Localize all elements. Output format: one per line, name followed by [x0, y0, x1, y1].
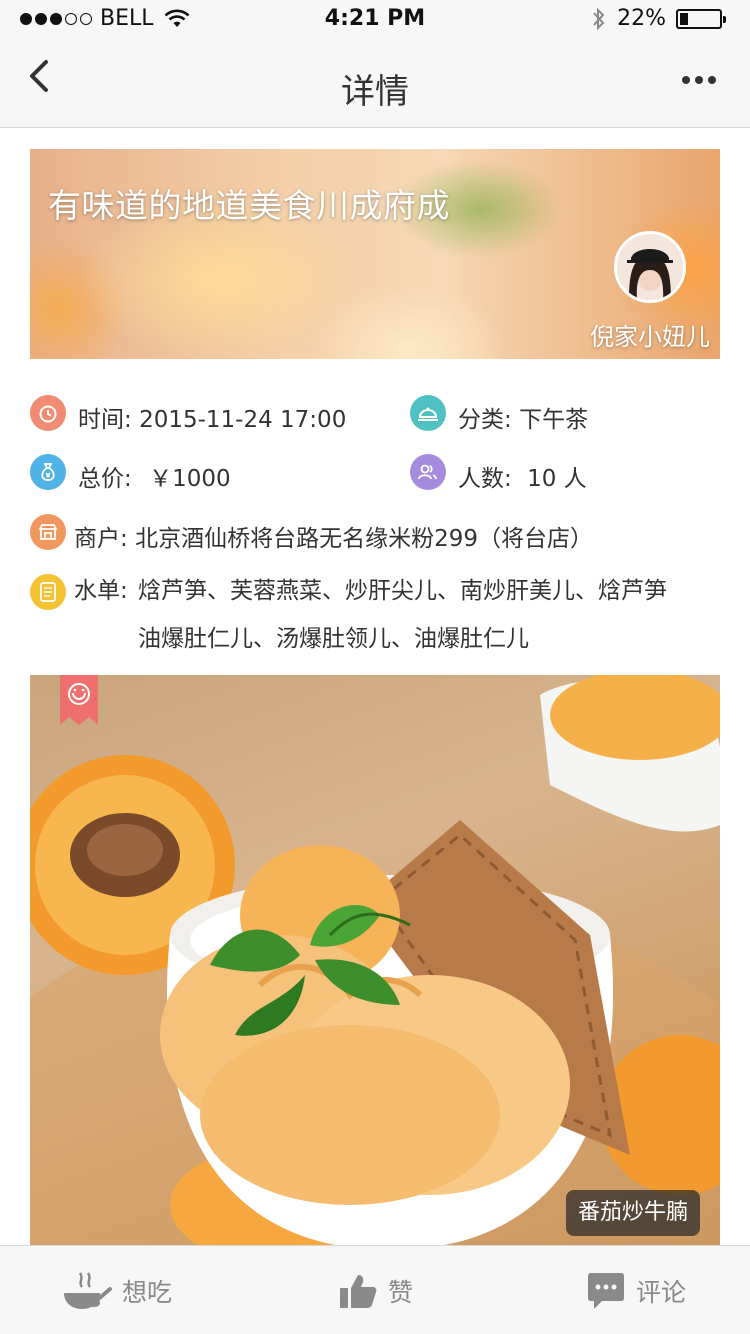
time-row: 时间: 2015-11-24 17:00	[78, 400, 346, 434]
like-label: 赞	[388, 1277, 414, 1307]
menu-label: 水单:	[74, 578, 128, 604]
money-bag-icon	[30, 454, 66, 490]
receipt-icon	[30, 574, 66, 610]
people-label: 人数:	[458, 466, 512, 492]
category-label: 分类:	[458, 407, 512, 433]
hero-banner[interactable]: 有味道的地道美食川成府成 倪家小妞儿	[30, 149, 720, 359]
author-name[interactable]: 倪家小妞儿	[590, 317, 710, 352]
price-row: 总价: ￥1000	[78, 459, 231, 493]
menu-line-1: 焓芦笋、芙蓉燕菜、炒肝尖儿、南炒肝美儿、焓芦笋	[138, 578, 667, 604]
time-value: 2015-11-24 17:00	[139, 407, 347, 433]
merchant-row: 商户: 北京酒仙桥将台路无名缘米粉299（将台店）	[74, 519, 593, 553]
photo-caption[interactable]: 番茄炒牛腩	[565, 1190, 700, 1236]
want-to-eat-label: 想吃	[122, 1277, 173, 1307]
avatar[interactable]	[614, 231, 686, 303]
time-label: 时间:	[78, 407, 132, 433]
price-value: ￥1000	[149, 466, 231, 492]
price-label: 总价:	[78, 466, 132, 492]
merchant-label: 商户:	[74, 526, 128, 552]
clock-icon	[30, 395, 66, 431]
bowl-spoon-icon	[64, 1271, 112, 1309]
category-value: 下午茶	[519, 407, 589, 433]
status-bar: BELL 4:21 PM 22%	[0, 0, 750, 40]
dish-photo[interactable]: 番茄炒牛腩	[30, 675, 720, 1245]
more-button[interactable]	[682, 70, 722, 90]
page-title: 详情	[341, 72, 409, 112]
smile-badge-icon	[60, 675, 98, 725]
nav-bar: 详情	[0, 40, 750, 128]
people-icon	[410, 454, 446, 490]
bottom-action-bar: 想吃 赞 评论	[0, 1245, 750, 1334]
bookmark-badge[interactable]	[60, 675, 98, 725]
want-to-eat-button[interactable]: 想吃	[60, 1246, 172, 1334]
people-row: 人数: 10 人	[458, 459, 587, 493]
people-value: 10 人	[527, 466, 587, 492]
category-row: 分类: 下午茶	[458, 400, 588, 434]
battery-icon	[676, 8, 726, 29]
comment-label: 评论	[636, 1277, 687, 1307]
avatar-portrait-icon	[617, 234, 683, 300]
bluetooth-icon	[593, 7, 605, 30]
menu-label-cell: 水单:	[74, 567, 128, 615]
menu-line-2: 油爆肚仁儿、汤爆肚领儿、油爆肚仁儿	[138, 626, 529, 652]
thumbs-up-icon	[340, 1274, 377, 1308]
comment-button[interactable]: 评论	[586, 1246, 686, 1334]
comment-bubble-icon	[588, 1272, 624, 1309]
menu-items: 焓芦笋、芙蓉燕菜、炒肝尖儿、南炒肝美儿、焓芦笋 油爆肚仁儿、汤爆肚领儿、油爆肚仁…	[138, 567, 718, 663]
shop-icon	[30, 514, 66, 550]
like-button[interactable]: 赞	[338, 1246, 413, 1334]
status-right: 22%	[591, 6, 726, 31]
merchant-value[interactable]: 北京酒仙桥将台路无名缘米粉299（将台店）	[135, 526, 593, 552]
hero-title: 有味道的地道美食川成府成	[48, 186, 450, 225]
category-dish-icon	[410, 395, 446, 431]
ice-cream-image	[30, 675, 720, 1245]
battery-percent: 22%	[617, 6, 666, 31]
